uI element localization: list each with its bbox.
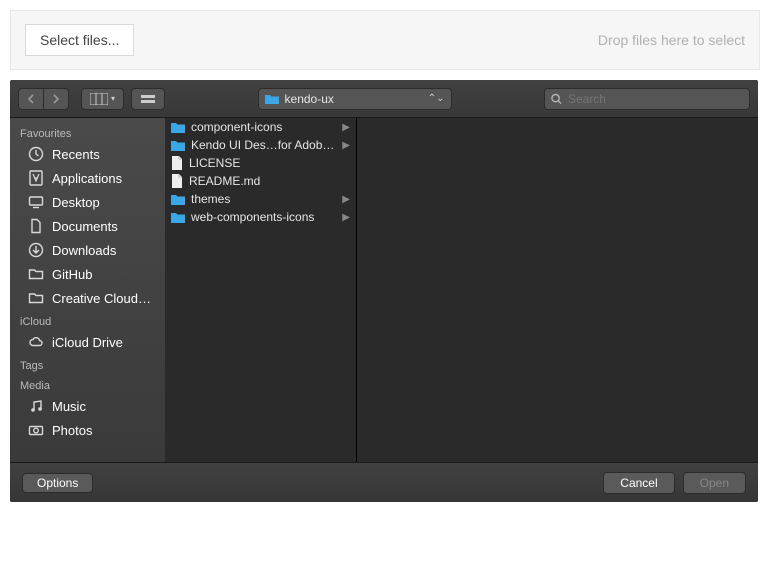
- file-name: Kendo UI Des…for Adobe XD: [191, 138, 336, 152]
- sidebar-item[interactable]: iCloud Drive: [10, 330, 165, 354]
- sidebar-item-label: Applications: [52, 171, 122, 186]
- group-button[interactable]: [131, 88, 165, 110]
- folder-icon: [265, 94, 279, 104]
- file-icon: [171, 174, 183, 188]
- file-row[interactable]: Kendo UI Des…for Adobe XD ▶: [165, 136, 356, 154]
- open-button[interactable]: Open: [683, 472, 746, 494]
- file-row[interactable]: LICENSE: [165, 154, 356, 172]
- sidebar-section-header: Media: [10, 374, 165, 394]
- file-row[interactable]: web-components-icons ▶: [165, 208, 356, 226]
- file-row[interactable]: themes ▶: [165, 190, 356, 208]
- file-column-2[interactable]: [357, 118, 758, 462]
- clock-icon: [28, 146, 44, 162]
- sidebar-item-label: Desktop: [52, 195, 100, 210]
- sidebar-section-header: Favourites: [10, 122, 165, 142]
- forward-button[interactable]: [43, 88, 69, 110]
- chevron-right-icon: ▶: [342, 140, 350, 151]
- cancel-button[interactable]: Cancel: [603, 472, 674, 494]
- folder-icon: [171, 194, 185, 205]
- select-files-button[interactable]: Select files...: [25, 24, 134, 56]
- dialog-body: Favourites Recents Applications Desktop Docu…: [10, 118, 758, 462]
- search-icon: [551, 93, 562, 105]
- file-row[interactable]: README.md: [165, 172, 356, 190]
- desktop-icon: [28, 194, 44, 210]
- document-icon: [28, 218, 44, 234]
- search-field[interactable]: [544, 88, 750, 110]
- updown-icon: ⌃⌄: [428, 93, 445, 104]
- sidebar-item[interactable]: GitHub: [10, 262, 165, 286]
- folder-icon: [171, 140, 185, 151]
- file-name: README.md: [189, 174, 350, 188]
- sidebar-item-label: Documents: [52, 219, 118, 234]
- sidebar-item[interactable]: Recents: [10, 142, 165, 166]
- sidebar-item-label: iCloud Drive: [52, 335, 123, 350]
- sidebar-section-header: Tags: [10, 354, 165, 374]
- sidebar-item-label: Creative Cloud…: [52, 291, 151, 306]
- chevron-right-icon: ▶: [342, 194, 350, 205]
- sidebar-item-label: Recents: [52, 147, 100, 162]
- search-input[interactable]: [568, 92, 743, 106]
- music-icon: [28, 398, 44, 414]
- sidebar-item[interactable]: Music: [10, 394, 165, 418]
- camera-icon: [28, 422, 44, 438]
- apps-icon: [28, 170, 44, 186]
- sidebar-item[interactable]: Applications: [10, 166, 165, 190]
- download-icon: [28, 242, 44, 258]
- chevron-right-icon: ▶: [342, 122, 350, 133]
- file-row[interactable]: component-icons ▶: [165, 118, 356, 136]
- cloud-icon: [28, 334, 44, 350]
- folder-icon: [28, 290, 44, 306]
- chevron-right-icon: [52, 94, 60, 104]
- sidebar-item-label: Music: [52, 399, 86, 414]
- nav-buttons: [18, 88, 69, 110]
- sidebar-item-label: Photos: [52, 423, 92, 438]
- file-name: web-components-icons: [191, 210, 336, 224]
- file-column-1[interactable]: component-icons▶Kendo UI Des…for Adobe X…: [165, 118, 357, 462]
- file-icon: [171, 156, 183, 170]
- chevron-left-icon: [27, 94, 35, 104]
- sidebar-item-label: Downloads: [52, 243, 116, 258]
- options-button[interactable]: Options: [22, 473, 93, 493]
- sidebar-item[interactable]: Desktop: [10, 190, 165, 214]
- sidebar-section-header: iCloud: [10, 310, 165, 330]
- file-name: component-icons: [191, 120, 336, 134]
- dropzone-hint: Drop files here to select: [598, 32, 745, 48]
- dialog-footer: Options Cancel Open: [10, 462, 758, 502]
- folder-icon: [171, 212, 185, 223]
- view-mode-button[interactable]: ▾: [81, 88, 124, 110]
- file-name: themes: [191, 192, 336, 206]
- sidebar-item[interactable]: Creative Cloud…: [10, 286, 165, 310]
- sidebar-item[interactable]: Documents: [10, 214, 165, 238]
- sidebar: Favourites Recents Applications Desktop Docu…: [10, 118, 165, 462]
- path-label: kendo-ux: [285, 92, 445, 106]
- sidebar-item[interactable]: Photos: [10, 418, 165, 442]
- stack-icon: [140, 93, 156, 105]
- folder-icon: [171, 122, 185, 133]
- upload-dropzone[interactable]: Select files... Drop files here to selec…: [10, 10, 760, 70]
- sidebar-item[interactable]: Downloads: [10, 238, 165, 262]
- back-button[interactable]: [18, 88, 44, 110]
- chevron-down-icon: ▾: [111, 94, 115, 103]
- file-name: LICENSE: [189, 156, 350, 170]
- file-open-dialog: ▾ kendo-ux ⌃⌄ Favourites Recents Applicati…: [10, 80, 758, 502]
- dialog-toolbar: ▾ kendo-ux ⌃⌄: [10, 80, 758, 118]
- folder-icon: [28, 266, 44, 282]
- path-dropdown[interactable]: kendo-ux ⌃⌄: [258, 88, 452, 110]
- sidebar-item-label: GitHub: [52, 267, 92, 282]
- columns-icon: [90, 93, 108, 105]
- chevron-right-icon: ▶: [342, 212, 350, 223]
